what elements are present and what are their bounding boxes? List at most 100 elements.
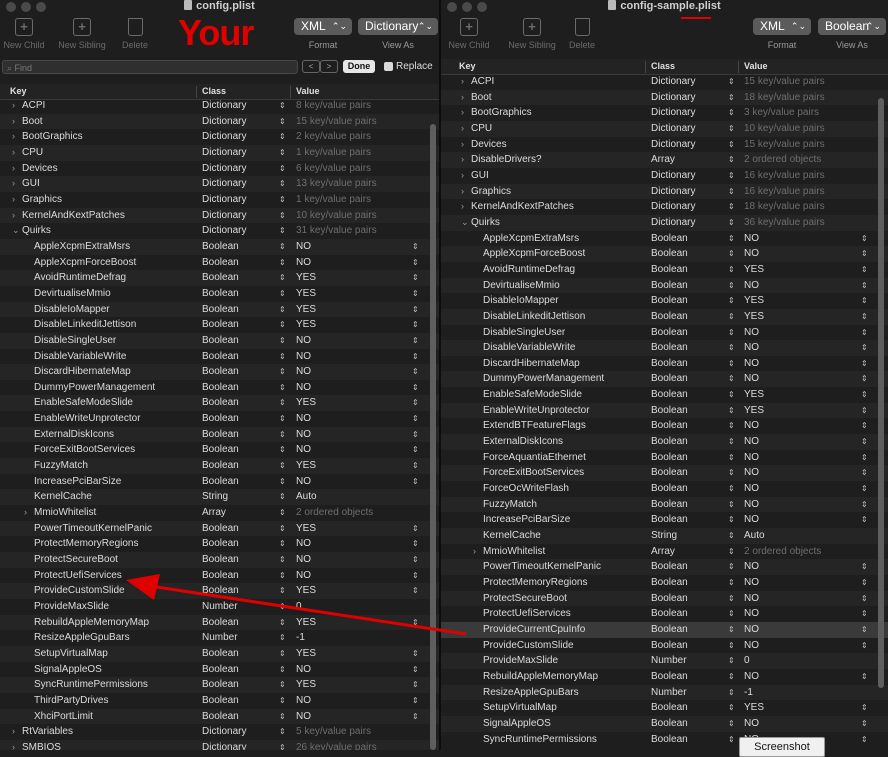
value-updown-icon[interactable]: ⇕ — [412, 677, 419, 693]
row-value[interactable]: YES — [296, 646, 412, 662]
class-updown-icon[interactable]: ⇕ — [279, 349, 286, 365]
row-class[interactable]: Boolean — [202, 662, 279, 678]
class-updown-icon[interactable]: ⇕ — [728, 591, 735, 607]
find-previous-button[interactable]: < — [302, 60, 320, 73]
row-value[interactable]: 5 key/value pairs — [296, 724, 412, 740]
row-class[interactable]: Dictionary — [202, 208, 279, 224]
delete-button[interactable]: Delete — [565, 14, 599, 50]
class-updown-icon[interactable]: ⇕ — [728, 732, 735, 748]
row-value[interactable]: NO — [296, 411, 412, 427]
row-class[interactable]: Number — [651, 653, 728, 669]
row-value[interactable]: NO — [744, 591, 861, 607]
class-updown-icon[interactable]: ⇕ — [279, 129, 286, 145]
row-value[interactable]: 15 key/value pairs — [296, 114, 412, 130]
class-updown-icon[interactable]: ⇕ — [728, 528, 735, 544]
class-updown-icon[interactable]: ⇕ — [728, 293, 735, 309]
value-updown-icon[interactable]: ⇕ — [861, 387, 868, 403]
chevron-right-icon[interactable]: › — [24, 505, 34, 521]
chevron-right-icon[interactable]: › — [12, 145, 22, 161]
view-as-select[interactable]: Dictionary ⌃⌄ — [358, 18, 438, 35]
table-row[interactable]: DummyPowerManagement Boolean ⇕ NO ⇕ — [441, 371, 888, 388]
value-updown-icon[interactable]: ⇕ — [861, 559, 868, 575]
row-value[interactable]: YES — [296, 270, 412, 286]
class-updown-icon[interactable]: ⇕ — [279, 599, 286, 615]
class-updown-icon[interactable]: ⇕ — [728, 481, 735, 497]
class-updown-icon[interactable]: ⇕ — [728, 403, 735, 419]
row-class[interactable]: Array — [651, 152, 728, 168]
value-updown-icon[interactable]: ⇕ — [861, 512, 868, 528]
row-value[interactable]: 0 — [744, 653, 861, 669]
row-class[interactable]: Boolean — [651, 497, 728, 513]
row-value[interactable]: NO — [296, 662, 412, 678]
row-value[interactable]: NO — [744, 246, 861, 262]
value-updown-icon[interactable]: ⇕ — [861, 418, 868, 434]
row-class[interactable]: Boolean — [651, 575, 728, 591]
value-updown-icon[interactable]: ⇕ — [861, 278, 868, 294]
row-class[interactable]: Boolean — [202, 349, 279, 365]
table-row[interactable]: RebuildAppleMemoryMap Boolean ⇕ NO ⇕ — [441, 669, 888, 685]
table-row[interactable]: IncreasePciBarSize Boolean ⇕ NO ⇕ — [441, 512, 888, 528]
find-input[interactable]: ⌕ Find — [2, 60, 298, 74]
value-updown-icon[interactable]: ⇕ — [412, 286, 419, 302]
row-value[interactable]: 2 key/value pairs — [296, 129, 412, 145]
class-updown-icon[interactable]: ⇕ — [279, 161, 286, 177]
row-value[interactable]: 15 key/value pairs — [744, 74, 861, 90]
row-class[interactable]: Boolean — [651, 356, 728, 372]
class-updown-icon[interactable]: ⇕ — [728, 653, 735, 669]
row-value[interactable]: NO — [744, 418, 861, 434]
table-row[interactable]: › SMBIOS Dictionary ⇕ 26 key/value pairs — [0, 739, 439, 750]
view-as-select[interactable]: Boolean ⌃⌄ — [818, 18, 886, 35]
row-class[interactable]: Boolean — [202, 395, 279, 411]
row-class[interactable]: Dictionary — [651, 168, 728, 184]
row-class[interactable]: Boolean — [651, 293, 728, 309]
table-row[interactable]: AvoidRuntimeDefrag Boolean ⇕ YES ⇕ — [441, 262, 888, 278]
row-class[interactable]: Dictionary — [202, 98, 279, 114]
row-value[interactable]: NO — [744, 371, 861, 387]
row-value[interactable]: 36 key/value pairs — [744, 215, 861, 231]
table-row[interactable]: ProtectUefiServices Boolean ⇕ NO ⇕ — [0, 568, 439, 584]
class-updown-icon[interactable]: ⇕ — [279, 583, 286, 599]
class-updown-icon[interactable]: ⇕ — [279, 317, 286, 333]
table-row[interactable]: ProtectMemoryRegions Boolean ⇕ NO ⇕ — [441, 575, 888, 591]
table-row[interactable]: PowerTimeoutKernelPanic Boolean ⇕ NO ⇕ — [441, 559, 888, 575]
value-updown-icon[interactable]: ⇕ — [861, 231, 868, 247]
class-updown-icon[interactable]: ⇕ — [728, 137, 735, 153]
table-row[interactable]: SignalAppleOS Boolean ⇕ NO ⇕ — [441, 715, 888, 732]
value-updown-icon[interactable]: ⇕ — [861, 497, 868, 513]
class-updown-icon[interactable]: ⇕ — [728, 74, 735, 90]
row-class[interactable]: Boolean — [202, 521, 279, 537]
row-class[interactable]: Boolean — [651, 278, 728, 294]
row-value[interactable]: NO — [296, 474, 412, 490]
row-class[interactable]: Dictionary — [202, 145, 279, 161]
chevron-right-icon[interactable]: › — [461, 74, 471, 90]
value-updown-icon[interactable]: ⇕ — [861, 434, 868, 450]
row-class[interactable]: Dictionary — [651, 90, 728, 106]
row-value[interactable]: YES — [296, 286, 412, 302]
class-updown-icon[interactable]: ⇕ — [279, 615, 286, 631]
row-value[interactable]: 6 key/value pairs — [296, 161, 412, 177]
value-updown-icon[interactable]: ⇕ — [861, 309, 868, 325]
value-updown-icon[interactable]: ⇕ — [861, 669, 868, 685]
table-row[interactable]: ⌄ Quirks Dictionary ⇕ 31 key/value pairs — [0, 223, 439, 239]
chevron-right-icon[interactable]: › — [12, 161, 22, 177]
row-class[interactable]: Boolean — [651, 387, 728, 403]
table-row[interactable]: EnableSafeModeSlide Boolean ⇕ YES ⇕ — [0, 395, 439, 412]
find-done-button[interactable]: Done — [343, 60, 375, 73]
replace-checkbox[interactable] — [384, 62, 393, 71]
class-updown-icon[interactable]: ⇕ — [279, 521, 286, 537]
table-row[interactable]: ForceExitBootServices Boolean ⇕ NO ⇕ — [0, 442, 439, 458]
row-class[interactable]: Dictionary — [651, 184, 728, 200]
row-class[interactable]: Boolean — [651, 309, 728, 325]
table-row[interactable]: ResizeAppleGpuBars Number ⇕ -1 — [0, 630, 439, 646]
row-value[interactable]: YES — [296, 302, 412, 318]
table-row[interactable]: › GUI Dictionary ⇕ 13 key/value pairs — [0, 176, 439, 192]
table-row[interactable]: ExtendBTFeatureFlags Boolean ⇕ NO ⇕ — [441, 418, 888, 434]
row-value[interactable]: 31 key/value pairs — [296, 223, 412, 239]
value-updown-icon[interactable]: ⇕ — [412, 474, 419, 490]
table-row[interactable]: ExternalDiskIcons Boolean ⇕ NO ⇕ — [441, 434, 888, 450]
row-class[interactable]: Boolean — [202, 286, 279, 302]
row-class[interactable]: Boolean — [202, 364, 279, 380]
table-row[interactable]: ProvideMaxSlide Number ⇕ 0 — [441, 653, 888, 669]
table-row[interactable]: ProvideCustomSlide Boolean ⇕ NO ⇕ — [441, 638, 888, 654]
value-updown-icon[interactable]: ⇕ — [412, 239, 419, 255]
